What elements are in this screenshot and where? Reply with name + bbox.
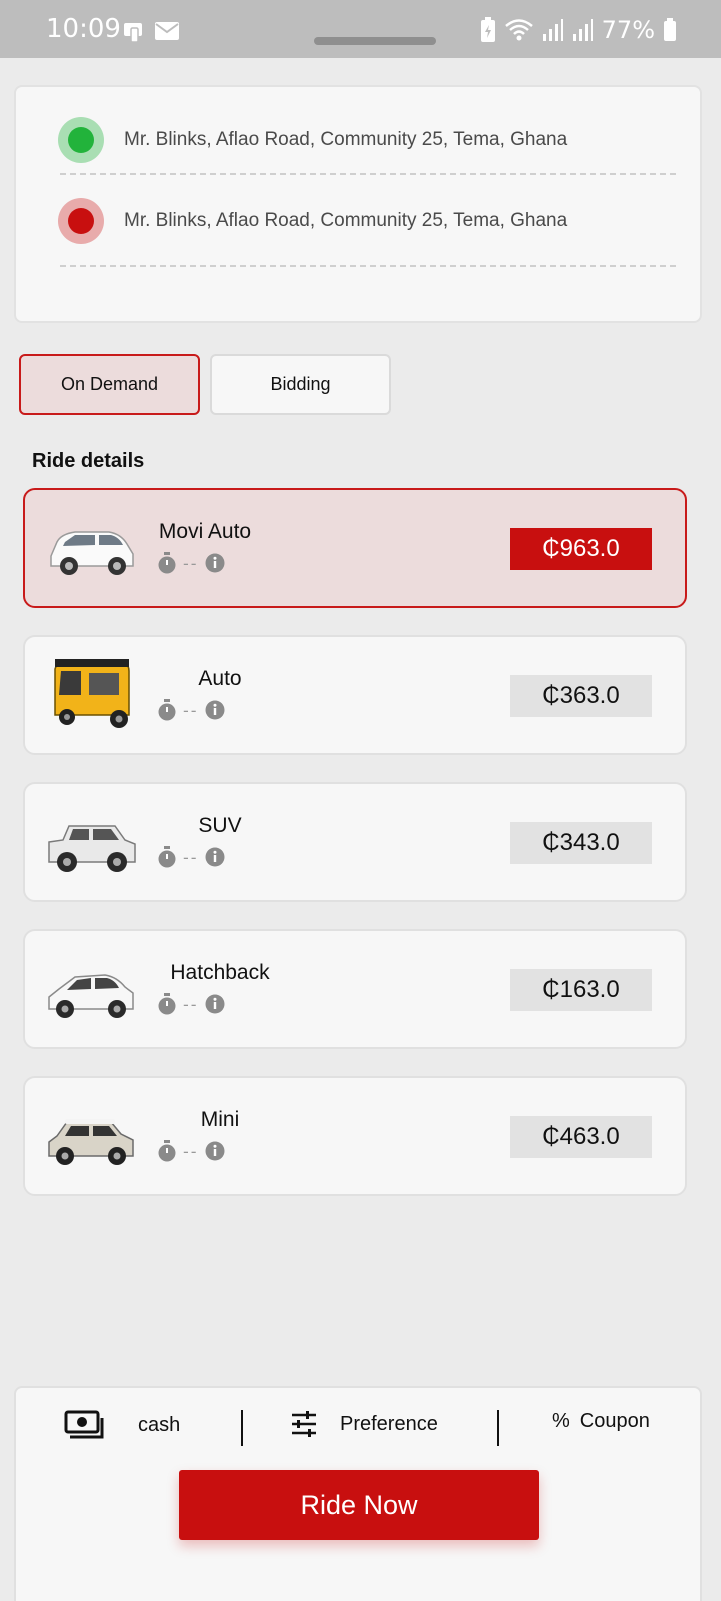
coupon-label: Coupon [579,1410,650,1432]
pickup-address: Mr. Blinks, Aflao Road, Community 25, Te… [124,129,568,150]
drag-handle[interactable] [314,37,436,45]
minivan-icon [50,531,134,575]
signal-icon-2 [572,19,593,41]
eta-text: -- [183,700,199,720]
ride-name: Auto [198,667,242,690]
cash-icon [64,1410,104,1439]
tab-bidding[interactable]: Bidding [210,354,391,415]
ride-name: Mini [200,1108,240,1131]
stopwatch-icon [158,1140,176,1162]
ride-price: ₵463.0 [510,1116,652,1158]
payment-method-button[interactable]: cash [64,1410,180,1440]
preference-button[interactable]: Preference [290,1410,438,1438]
tune-icon [292,1411,316,1437]
pickup-row[interactable]: Mr. Blinks, Aflao Road, Community 25, Te… [58,117,567,163]
ride-meta: -- [157,846,225,868]
suv-icon [48,825,136,872]
ride-meta: -- [157,552,225,574]
status-time: 10:09 [46,14,121,44]
info-icon[interactable] [205,994,225,1014]
percent-icon: % [552,1410,570,1432]
status-bar: 10:09 77% [0,0,721,58]
ride-now-button[interactable]: Ride Now [179,1470,539,1540]
battery-saver-icon [480,17,495,42]
auto-rickshaw-icon [54,659,130,728]
eta-text: -- [183,994,199,1014]
mini-car-icon [48,1119,134,1165]
tab-on-demand[interactable]: On Demand [19,354,200,415]
info-icon[interactable] [205,1141,225,1161]
stopwatch-icon [158,846,176,868]
stopwatch-icon [158,699,176,721]
battery-percentage: 77% [601,16,655,44]
ride-option-hatchback[interactable]: Hatchback -- ₵163.0 [23,929,687,1049]
info-icon[interactable] [205,700,225,720]
ride-price: ₵363.0 [510,675,652,717]
pickup-marker-icon [58,117,104,163]
divider [60,173,676,175]
ride-name: Movi Auto [158,520,252,543]
ride-meta: -- [157,1140,225,1162]
dropoff-row[interactable]: Mr. Blinks, Aflao Road, Community 25, Te… [58,198,567,244]
divider [60,265,676,267]
screen-mirror-icon [124,23,142,43]
system-indicators: 77% [480,16,677,44]
notification-icons [122,20,180,44]
signal-icon-1 [542,19,563,41]
ride-option-auto[interactable]: Auto -- ₵363.0 [23,635,687,755]
eta-text: -- [183,847,199,867]
ride-option-mini[interactable]: Mini -- ₵463.0 [23,1076,687,1196]
info-icon[interactable] [205,847,225,867]
stopwatch-icon [158,993,176,1015]
dropoff-address: Mr. Blinks, Aflao Road, Community 25, Te… [124,210,568,231]
ride-name: Hatchback [170,961,270,984]
ride-price: ₵343.0 [510,822,652,864]
ride-meta: -- [157,699,225,721]
stopwatch-icon [158,552,176,574]
eta-text: -- [183,553,199,573]
ride-price: ₵163.0 [510,969,652,1011]
dropoff-marker-icon [58,198,104,244]
divider [497,1410,499,1446]
eta-text: -- [183,1141,199,1161]
route-card: Mr. Blinks, Aflao Road, Community 25, Te… [14,85,702,323]
wifi-icon [504,19,533,41]
ride-option-movi-auto[interactable]: Movi Auto -- ₵963.0 [23,488,687,608]
coupon-button[interactable]: % Coupon [552,1410,650,1433]
payment-label: cash [138,1413,181,1436]
ride-option-suv[interactable]: SUV -- ₵343.0 [23,782,687,902]
preference-label: Preference [340,1412,438,1435]
hatchback-icon [48,974,134,1018]
ride-details-title: Ride details [32,450,145,472]
ride-meta: -- [157,993,225,1015]
ride-name: SUV [198,814,242,837]
mail-icon [155,22,179,40]
booking-panel: cash Preference % Coupon Ride Now [14,1386,702,1601]
info-icon[interactable] [205,553,225,573]
divider [241,1410,243,1446]
battery-icon [664,18,676,41]
ride-price: ₵963.0 [510,528,652,570]
